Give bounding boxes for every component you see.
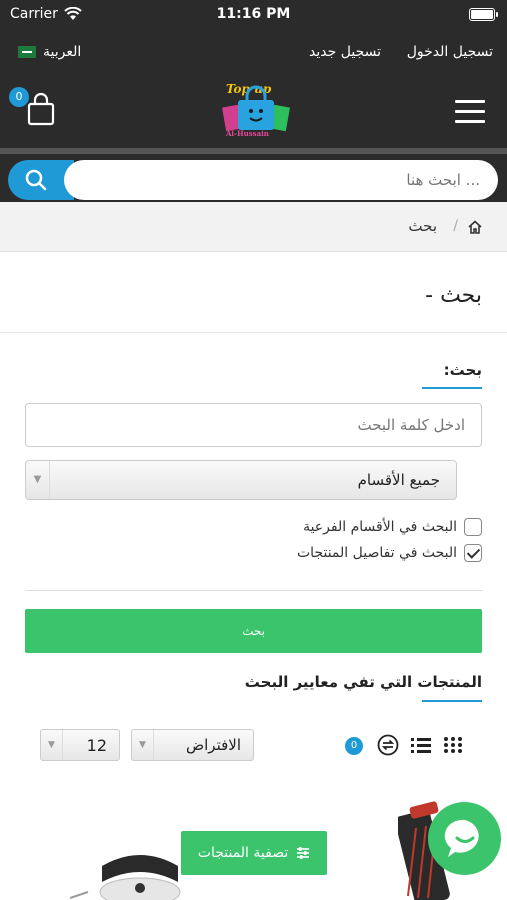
description-option[interactable]: البحث في تفاصيل المنتجات [297,543,482,563]
chat-bubble-icon [444,819,479,857]
chat-button[interactable] [428,802,501,875]
chevron-down-icon: ▼ [132,730,154,760]
language-label: العربية [43,44,82,60]
search-form-heading: بحث: [443,361,482,379]
category-selected: جميع الأقسام [357,471,440,489]
search-bar [0,148,507,202]
battery-icon [469,8,498,21]
breadcrumb-current[interactable]: بحث [408,217,437,235]
search-input[interactable] [64,160,498,200]
shopping-bag-icon[interactable] [26,92,56,126]
heading-underline [422,700,482,702]
top-bar: العربية تسجيل جديد تسجيل الدخول [0,30,507,76]
search-submit-button[interactable]: بحث [25,609,482,653]
chevron-down-icon: ▼ [41,730,63,760]
filter-label: تصفية المنتجات [197,845,289,861]
sliders-icon [297,847,310,859]
results-heading: المنتجات التي تفي معايير البحث [244,673,482,691]
page-title: بحث - [425,283,482,308]
subcategory-label: البحث في الأقسام الفرعية [303,519,457,535]
filter-products-button[interactable]: تصفية المنتجات [181,831,327,875]
language-switcher[interactable]: العربية [18,44,81,60]
breadcrumb-separator: / [453,218,458,234]
view-toolbar: 0 [345,734,465,756]
sort-selected: الافتراض [186,736,241,754]
heading-underline [422,387,482,389]
header: Top up Al-Hussain [0,76,507,148]
register-link[interactable]: تسجيل جديد [309,44,381,60]
login-link[interactable]: تسجيل الدخول [407,44,493,60]
limit-selected: 12 [86,736,107,755]
compare-icon[interactable] [377,734,399,756]
search-icon [25,169,47,191]
saudi-flag-icon [18,46,36,58]
description-label: البحث في تفاصيل المنتجات [296,545,457,561]
sort-select[interactable]: ▼ الافتراض [131,729,254,761]
home-icon[interactable] [467,219,483,235]
grid-view-icon[interactable] [442,734,464,756]
compare-count-badge: 0 [345,737,363,755]
description-checkbox[interactable] [464,544,482,562]
subcategory-option[interactable]: البحث في الأقسام الفرعية [303,517,482,537]
chevron-down-icon: ▼ [26,461,50,499]
hamburger-menu-icon[interactable] [455,100,485,124]
divider [0,332,507,333]
category-select[interactable]: ▼ جميع الأقسام [25,460,457,500]
divider [25,590,482,591]
keyword-input[interactable] [25,403,482,447]
status-bar: Carrier 11:16 PM [0,0,507,30]
product-thumbnail[interactable] [70,848,190,900]
cart-count-badge: 0 [9,87,29,107]
site-logo[interactable]: Top up Al-Hussain [218,82,294,142]
limit-select[interactable]: ▼ 12 [40,729,120,761]
breadcrumb: / بحث [0,202,507,252]
clock: 11:16 PM [216,6,291,22]
list-view-icon[interactable] [410,734,432,756]
logo-text-bottom: Al-Hussain [226,129,269,138]
subcategory-checkbox[interactable] [464,518,482,536]
